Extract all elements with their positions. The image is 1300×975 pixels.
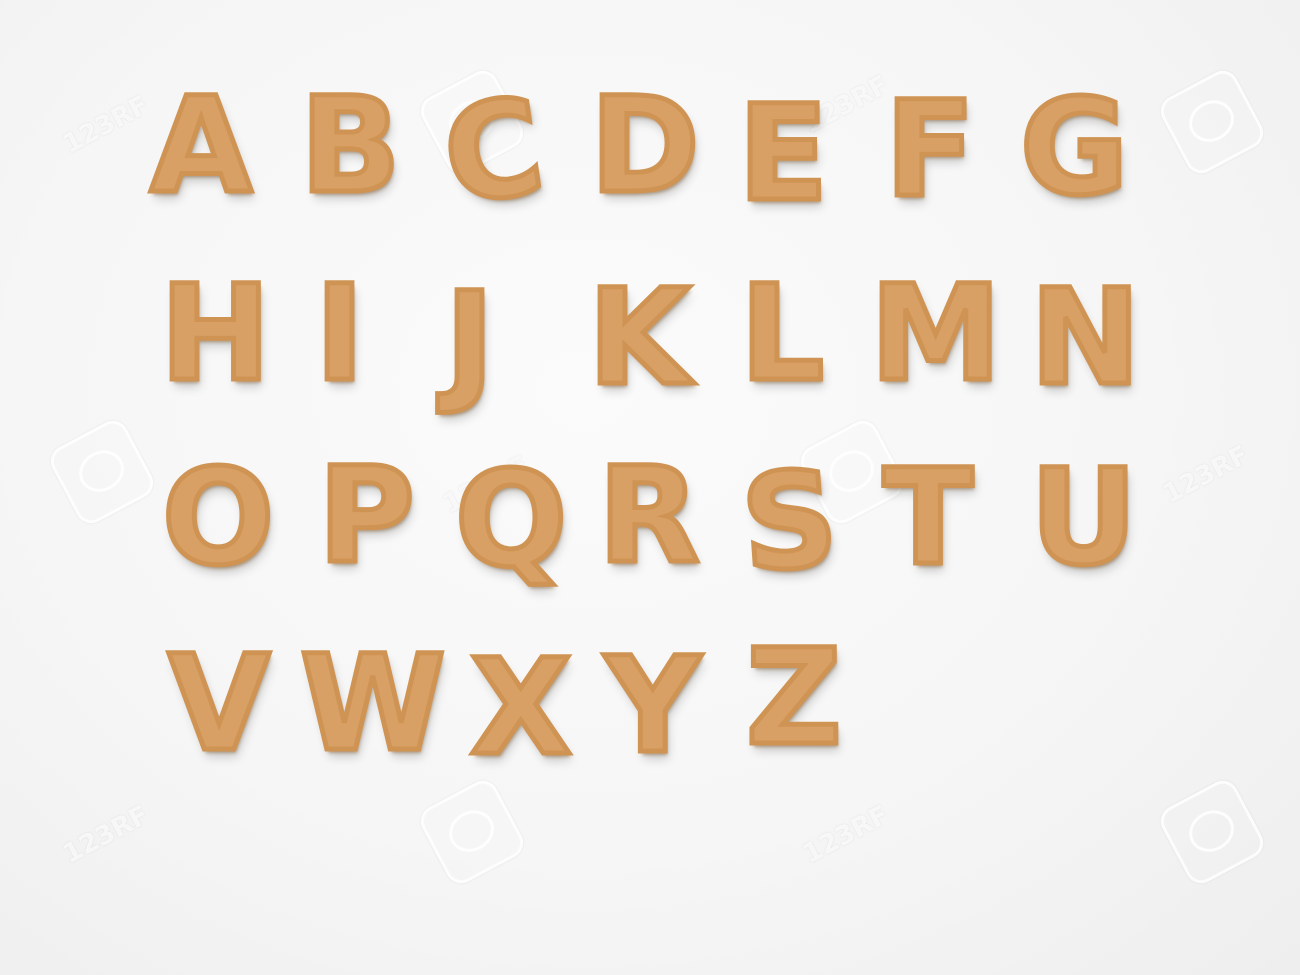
cookie-letter-l: L <box>737 257 826 411</box>
watermark-logo: 123RF <box>798 800 894 870</box>
watermark-badge-icon <box>415 775 529 889</box>
cookie-letter-v: V <box>165 627 272 781</box>
cookie-letter-p: P <box>316 439 418 593</box>
cookie-letter-x: X <box>468 631 575 785</box>
watermark-logo: 123RF <box>58 800 154 870</box>
watermark-badge-icon <box>1155 65 1269 179</box>
cookie-letter-t: T <box>880 441 975 595</box>
cookie-letter-f: F <box>882 73 977 227</box>
cookie-letter-k: K <box>585 261 692 415</box>
watermark-badge-icon <box>1155 775 1269 889</box>
cookie-letter-j: J <box>442 264 496 418</box>
cookie-letter-q: Q <box>452 443 569 597</box>
cookie-letter-w: W <box>298 627 449 781</box>
cookie-letter-c: C <box>432 67 554 238</box>
cookie-letter-b: B <box>298 69 404 223</box>
cookie-letter-r: R <box>596 439 703 593</box>
cookie-letter-a: A <box>147 69 254 223</box>
cookie-letter-m: M <box>867 257 1003 411</box>
cookie-letter-o: O <box>159 441 276 595</box>
cookie-letter-y: Y <box>603 629 704 783</box>
watermark-badge-icon <box>45 415 159 529</box>
watermark-logo: 123RF <box>58 90 154 160</box>
cookie-letter-s: S <box>734 439 845 604</box>
photo-canvas: 123RF 123RF 123RF 123RF 123RF 123RF A B … <box>0 0 1300 975</box>
cookie-letter-d: D <box>588 69 703 223</box>
cookie-letter-n: N <box>1027 261 1143 415</box>
cookie-letter-z: Z <box>744 621 845 775</box>
cookie-letter-g: G <box>1017 71 1130 225</box>
cookie-letter-h: H <box>157 257 273 411</box>
cookie-letter-e: E <box>735 77 830 231</box>
cookie-letter-i: I <box>312 257 366 411</box>
cookie-letter-u: U <box>1027 441 1139 595</box>
watermark-logo: 123RF <box>1158 440 1254 510</box>
